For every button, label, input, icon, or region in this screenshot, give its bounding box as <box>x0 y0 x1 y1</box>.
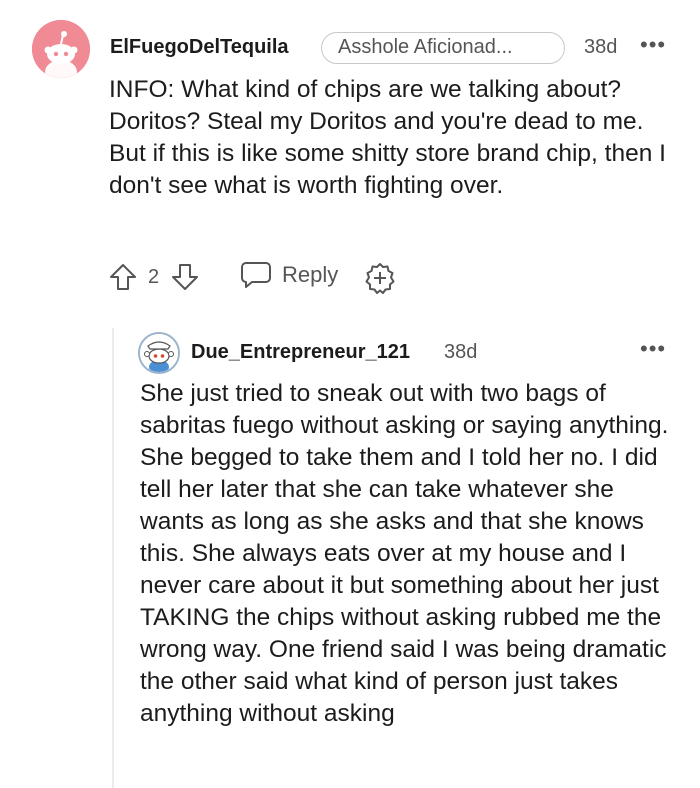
comment-age: 38d <box>584 36 618 58</box>
more-options-icon[interactable]: ••• <box>640 32 666 58</box>
thread-line[interactable] <box>112 328 114 788</box>
comment-body: INFO: What kind of chips are we talking … <box>109 76 666 199</box>
snoo-avatar-icon <box>32 20 90 78</box>
vote-score: 2 <box>148 266 160 288</box>
reply-age: 38d <box>444 341 478 363</box>
award-button[interactable] <box>364 262 396 294</box>
user-flair: Asshole Aficionad... <box>321 32 565 64</box>
reply-button[interactable]: Reply <box>240 260 338 290</box>
comment-actions: 2 Reply <box>108 258 428 298</box>
speech-bubble-icon <box>241 262 271 288</box>
snoo-avatar-icon <box>140 334 178 372</box>
reply-body: She just tried to sneak out with two bag… <box>140 380 669 727</box>
reply-username[interactable]: Due_Entrepreneur_121 <box>191 341 410 364</box>
downvote-arrow-icon <box>172 264 198 290</box>
upvote-button[interactable] <box>108 262 138 292</box>
reply-label: Reply <box>282 262 339 287</box>
downvote-button[interactable] <box>170 262 200 292</box>
award-plus-icon <box>365 263 395 294</box>
comment-username[interactable]: ElFuegoDelTequila <box>110 36 289 59</box>
upvote-arrow-icon <box>110 264 136 290</box>
more-options-icon[interactable]: ••• <box>640 336 666 362</box>
reply-avatar[interactable] <box>138 332 180 374</box>
user-avatar[interactable] <box>32 20 90 78</box>
